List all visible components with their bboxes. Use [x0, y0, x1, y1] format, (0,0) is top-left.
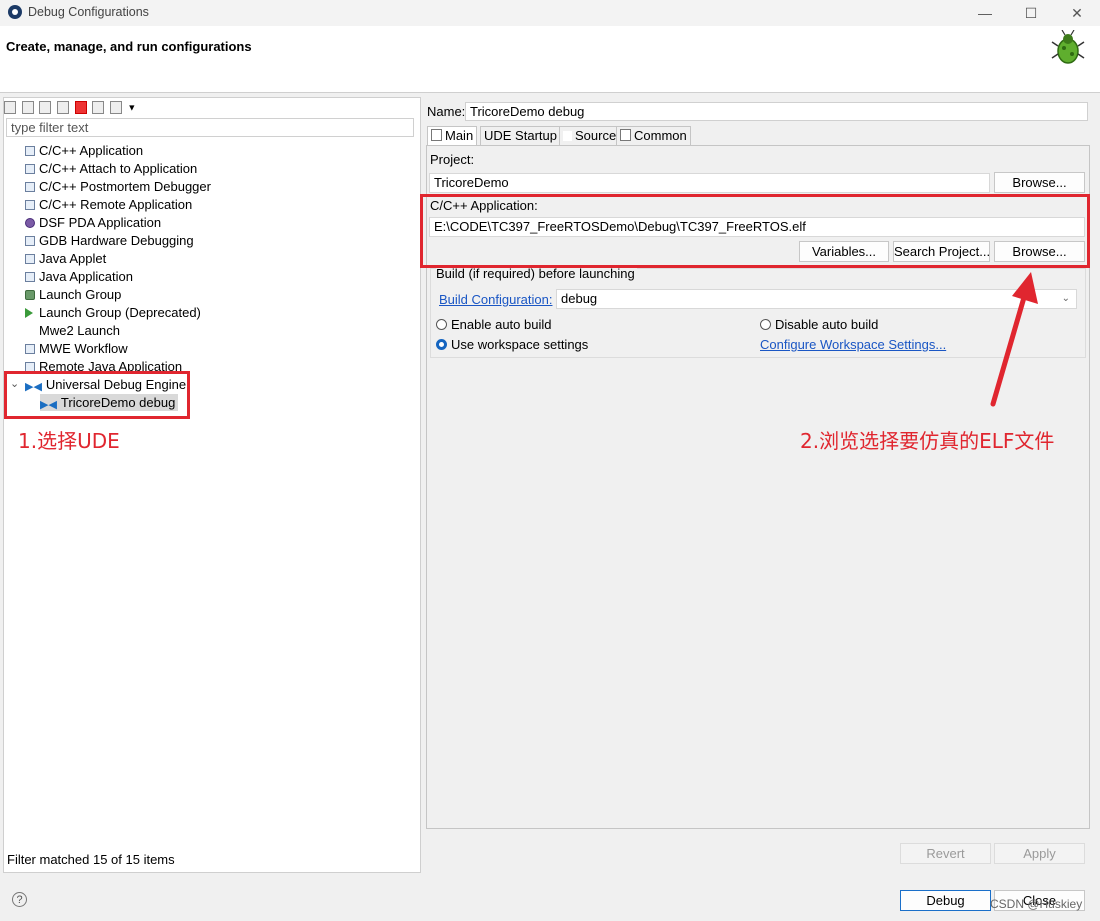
blank-icon [25, 326, 35, 336]
new-config-icon[interactable] [4, 101, 16, 115]
project-browse-button[interactable]: Browse... [994, 172, 1085, 193]
tree-item-mwe2-launch[interactable]: Mwe2 Launch [25, 322, 120, 339]
annotation-step2: 2.浏览选择要仿真的ELF文件 [800, 429, 1055, 453]
dsf-icon [25, 218, 35, 228]
apply-button[interactable]: Apply [994, 843, 1085, 864]
tree-item-cpp-remote[interactable]: C/C++ Remote Application [25, 196, 192, 213]
radio-circle [760, 319, 771, 330]
c-icon [25, 236, 35, 246]
collapse-all-icon[interactable] [92, 101, 105, 115]
tab-source[interactable]: Source [559, 126, 621, 145]
c-icon [25, 200, 35, 210]
watermark: CSDN @Huskiey [990, 897, 1083, 911]
chevron-down-icon: ⌄ [1061, 293, 1070, 304]
debug-button[interactable]: Debug [900, 890, 991, 911]
tree-item-cpp-attach[interactable]: C/C++ Attach to Application [25, 160, 197, 177]
build-configuration-link[interactable]: Build Configuration: [439, 292, 552, 307]
tree-item-java-applet[interactable]: Java Applet [25, 250, 106, 267]
common-tab-icon [620, 129, 631, 141]
dialog-header: Create, manage, and run configurations [0, 26, 1100, 93]
build-group-label: Build (if required) before launching [436, 266, 637, 281]
maximize-icon[interactable]: ☐ [1008, 2, 1054, 24]
duplicate-icon[interactable] [56, 101, 69, 115]
annotation-box-application [420, 194, 1090, 268]
close-window-icon[interactable]: ✕ [1054, 2, 1100, 24]
tree-toolbar: ▼ [4, 99, 136, 115]
mwe-icon [25, 344, 35, 354]
revert-button[interactable]: Revert [900, 843, 991, 864]
tree-item-cpp-application[interactable]: C/C++ Application [25, 142, 143, 159]
main-tab-icon [431, 129, 442, 141]
filter-icon[interactable] [109, 101, 122, 115]
c-icon [25, 164, 35, 174]
java-icon [25, 254, 35, 264]
name-label: Name: [427, 104, 466, 119]
radio-circle [436, 319, 447, 330]
header-title: Create, manage, and run configurations [6, 39, 252, 54]
tab-common[interactable]: Common [616, 126, 691, 145]
project-field[interactable]: TricoreDemo [429, 173, 990, 193]
annotation-step1: 1.选择UDE [18, 429, 120, 453]
tree-item-mwe-workflow[interactable]: MWE Workflow [25, 340, 128, 357]
launch-icon [25, 290, 35, 300]
project-label: Project: [430, 152, 475, 167]
minimize-icon[interactable]: — [962, 2, 1008, 24]
bug-icon [1051, 30, 1085, 64]
tree-item-gdb-hardware[interactable]: GDB Hardware Debugging [25, 232, 194, 249]
play-icon [25, 308, 33, 318]
name-field[interactable]: TricoreDemo debug [465, 102, 1088, 121]
eclipse-icon [8, 5, 22, 19]
disable-auto-build-radio[interactable]: Disable auto build [760, 317, 878, 332]
title-bar: Debug Configurations — ☐ ✕ [0, 0, 1100, 26]
delete-icon[interactable] [74, 101, 87, 115]
filter-input[interactable] [6, 118, 414, 137]
enable-auto-build-radio[interactable]: Enable auto build [436, 317, 551, 332]
tree-item-java-application[interactable]: Java Application [25, 268, 133, 285]
new-prototype-icon[interactable] [21, 101, 34, 115]
tree-item-dsf-pda[interactable]: DSF PDA Application [25, 214, 161, 231]
source-tab-icon [563, 131, 572, 141]
annotation-arrow-icon [990, 272, 1038, 407]
annotation-box-ude [4, 371, 190, 419]
tab-main[interactable]: Main [427, 126, 478, 146]
help-icon[interactable]: ? [12, 892, 27, 907]
window-title: Debug Configurations [28, 5, 149, 19]
view-menu-icon[interactable]: ▼ [127, 103, 136, 113]
use-workspace-settings-radio[interactable]: Use workspace settings [436, 337, 588, 352]
c-icon [25, 146, 35, 156]
tree-item-launch-group[interactable]: Launch Group [25, 286, 121, 303]
tab-ude-startup[interactable]: UDE Startup [480, 126, 561, 145]
c-icon [25, 182, 35, 192]
configure-workspace-settings-link[interactable]: Configure Workspace Settings... [760, 337, 946, 352]
tree-item-cpp-postmortem[interactable]: C/C++ Postmortem Debugger [25, 178, 211, 195]
java-icon [25, 272, 35, 282]
filter-status: Filter matched 15 of 15 items [7, 852, 175, 867]
radio-selected-circle [436, 339, 447, 350]
tree-item-launch-group-deprecated[interactable]: Launch Group (Deprecated) [25, 304, 201, 321]
export-icon[interactable] [39, 101, 52, 115]
